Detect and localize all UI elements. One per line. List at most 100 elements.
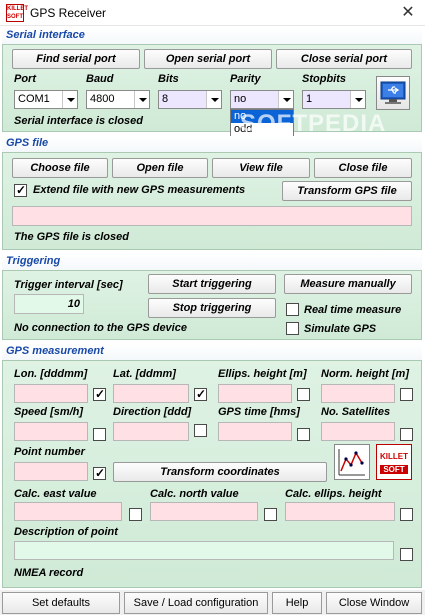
close-window-button[interactable]: Close Window (326, 592, 422, 614)
chevron-down-icon (278, 91, 293, 108)
calc-ellips-label: Calc. ellips. height (285, 488, 382, 500)
stopbits-label: Stopbits (302, 73, 346, 85)
trigger-interval-label: Trigger interval [sec] (14, 279, 123, 291)
usb-button[interactable] (376, 76, 410, 110)
port-select[interactable]: COM1 (14, 90, 78, 109)
parity-value: no (234, 93, 247, 105)
parity-select[interactable]: no (230, 90, 294, 109)
norm-height-label: Norm. height [m] (321, 368, 409, 380)
calc-north-checkbox[interactable] (264, 508, 277, 521)
baud-value: 4800 (90, 93, 115, 105)
calc-ellips-checkbox[interactable] (400, 508, 413, 521)
simulate-gps-checkbox[interactable] (286, 322, 299, 335)
serial-status: Serial interface is closed (14, 115, 144, 127)
find-serial-port-button[interactable]: Find serial port (12, 49, 140, 69)
open-serial-port-button[interactable]: Open serial port (144, 49, 272, 69)
close-window-icon[interactable]: ✕ (396, 2, 420, 24)
gps-file-path-field[interactable] (12, 206, 412, 226)
satellites-label: No. Satellites (321, 406, 391, 418)
bits-label: Bits (158, 73, 179, 85)
start-triggering-button[interactable]: Start triggering (148, 274, 276, 294)
chevron-down-icon (134, 91, 149, 108)
measure-manually-button[interactable]: Measure manually (284, 274, 412, 294)
ellips-height-checkbox[interactable] (297, 388, 310, 401)
satellites-checkbox[interactable] (400, 428, 413, 441)
serial-header: Serial interface (2, 28, 422, 44)
baud-label: Baud (86, 73, 114, 85)
bits-select[interactable]: 8 (158, 90, 222, 109)
ellips-height-field[interactable] (218, 384, 292, 403)
help-button[interactable]: Help (272, 592, 322, 614)
logo-text-top: KILLET (380, 452, 408, 461)
close-file-button[interactable]: Close file (314, 158, 412, 178)
killetsoft-logo[interactable]: KILLET SOFT (376, 444, 412, 480)
chart-icon (338, 449, 365, 476)
ellips-height-label: Ellips. height [m] (218, 368, 307, 380)
direction-field[interactable] (113, 422, 189, 441)
lat-checkbox[interactable] (194, 387, 207, 401)
description-checkbox[interactable] (400, 548, 413, 561)
parity-label: Parity (230, 73, 261, 85)
save-load-configuration-button[interactable]: Save / Load configuration (124, 592, 268, 614)
calc-east-checkbox[interactable] (129, 508, 142, 521)
chevron-down-icon (62, 91, 77, 108)
lat-label: Lat. [ddmm] (113, 368, 176, 380)
calc-ellips-field[interactable] (285, 502, 395, 521)
view-file-button[interactable]: View file (212, 158, 310, 178)
gpsfile-header: GPS file (2, 136, 422, 152)
gps-time-checkbox[interactable] (297, 428, 310, 441)
app-icon: KILLET SOFT (6, 4, 28, 22)
plot-button[interactable] (334, 444, 370, 480)
calc-north-field[interactable] (150, 502, 258, 521)
extend-file-label: Extend file with new GPS measurements (33, 184, 246, 196)
calc-east-label: Calc. east value (14, 488, 97, 500)
stopbits-select[interactable]: 1 (302, 90, 366, 109)
realtime-label: Real time measure (304, 304, 402, 316)
logo-text-bottom: SOFT (380, 465, 408, 474)
set-defaults-button[interactable]: Set defaults (2, 592, 120, 614)
stopbits-value: 1 (306, 93, 313, 105)
stop-triggering-button[interactable]: Stop triggering (148, 298, 276, 318)
speed-label: Speed [sm/h] (14, 406, 84, 418)
triggering-header: Triggering (2, 254, 422, 270)
bits-value: 8 (162, 93, 169, 105)
lon-field[interactable] (14, 384, 88, 403)
lat-field[interactable] (113, 384, 189, 403)
calc-north-label: Calc. north value (150, 488, 239, 500)
speed-checkbox[interactable] (93, 428, 106, 441)
usb-icon (380, 81, 406, 104)
point-number-field[interactable] (14, 462, 88, 481)
transform-gps-file-button[interactable]: Transform GPS file (282, 181, 412, 201)
nmea-record-label: NMEA record (14, 567, 84, 579)
calc-east-field[interactable] (14, 502, 122, 521)
port-label: Port (14, 73, 36, 85)
trigger-interval-input[interactable]: 10 (14, 294, 84, 314)
description-field[interactable] (14, 541, 394, 560)
norm-height-field[interactable] (321, 384, 395, 403)
lon-label: Lon. [dddmm] (14, 368, 88, 380)
gps-time-field[interactable] (218, 422, 292, 441)
chevron-down-icon (350, 91, 365, 108)
choose-file-button[interactable]: Choose file (12, 158, 108, 178)
close-serial-port-button[interactable]: Close serial port (276, 49, 412, 69)
open-file-button[interactable]: Open file (112, 158, 208, 178)
direction-label: Direction [ddd] (113, 406, 192, 418)
extend-file-checkbox[interactable] (14, 183, 27, 197)
point-number-checkbox[interactable] (93, 466, 106, 480)
baud-select[interactable]: 4800 (86, 90, 150, 109)
realtime-checkbox[interactable] (286, 303, 299, 316)
port-value: COM1 (18, 93, 50, 105)
chevron-down-icon (206, 91, 221, 108)
measurement-header: GPS measurement (2, 344, 422, 360)
window-title: GPS Receiver (30, 6, 107, 20)
lon-checkbox[interactable] (93, 387, 106, 401)
description-label: Description of point (14, 526, 118, 538)
norm-height-checkbox[interactable] (400, 388, 413, 401)
speed-field[interactable] (14, 422, 88, 441)
point-number-label: Point number (14, 446, 85, 458)
direction-checkbox[interactable] (194, 424, 207, 437)
triggering-status: No connection to the GPS device (14, 322, 187, 334)
transform-coordinates-button[interactable]: Transform coordinates (113, 462, 327, 482)
satellites-field[interactable] (321, 422, 395, 441)
watermark: SOFTPEDIA (240, 110, 387, 137)
